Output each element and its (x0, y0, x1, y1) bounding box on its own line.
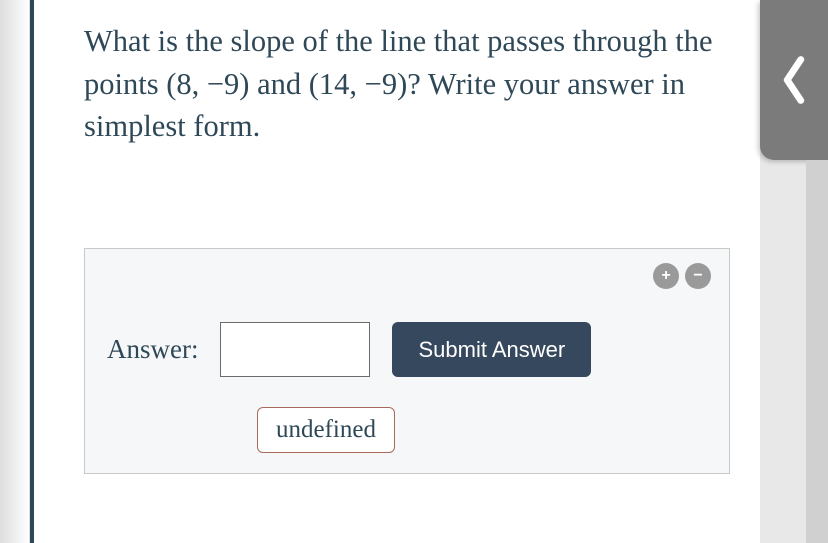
scrollbar-track[interactable] (806, 160, 828, 543)
answer-input[interactable] (220, 322, 370, 377)
font-size-controls: + − (653, 263, 711, 289)
undefined-row: undefined (257, 407, 707, 453)
plus-icon[interactable]: + (653, 263, 679, 289)
question-card: What is the slope of the line that passe… (30, 0, 760, 543)
page-background-edge (0, 0, 30, 543)
undefined-button[interactable]: undefined (257, 407, 395, 453)
chevron-left-icon (780, 55, 808, 105)
answer-row: Answer: Submit Answer (107, 322, 707, 377)
question-point2: (14, −9) (309, 67, 408, 101)
minus-icon[interactable]: − (685, 263, 711, 289)
question-text: What is the slope of the line that passe… (84, 20, 730, 148)
submit-answer-button[interactable]: Submit Answer (392, 322, 591, 377)
side-tab-button[interactable] (760, 0, 828, 160)
answer-label: Answer: (107, 334, 198, 365)
question-mid: and (249, 67, 308, 101)
question-point1: (8, −9) (166, 67, 249, 101)
answer-area: + − Answer: Submit Answer undefined (84, 248, 730, 474)
